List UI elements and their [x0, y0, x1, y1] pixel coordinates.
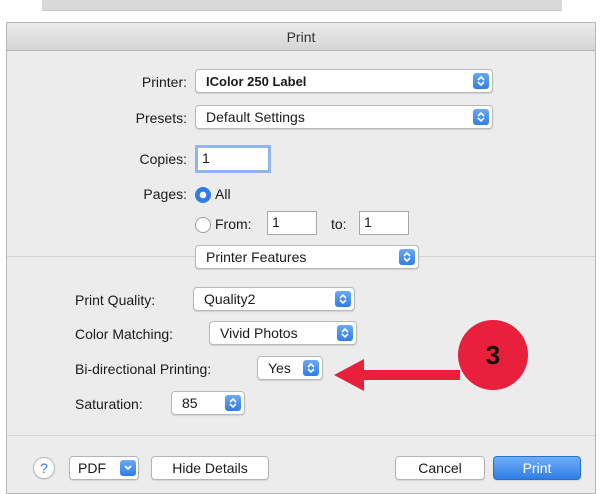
- bidirectional-popup[interactable]: Yes: [257, 356, 323, 380]
- popup-chevrons-icon: [337, 325, 353, 341]
- color-matching-popup[interactable]: Vivid Photos: [209, 321, 357, 345]
- popup-chevrons-icon: [335, 291, 351, 307]
- pages-from-value: 1: [272, 214, 280, 230]
- popup-chevrons-icon: [303, 360, 319, 376]
- printer-label: Printer:: [141, 74, 187, 90]
- pages-label: Pages:: [143, 186, 187, 202]
- pages-to-label: to:: [331, 216, 347, 232]
- print-quality-value: Quality2: [204, 291, 256, 307]
- pdf-label: PDF: [78, 460, 106, 476]
- background-window-bar: [42, 0, 562, 11]
- popup-chevrons-icon: [473, 73, 489, 89]
- pages-from-field[interactable]: 1: [267, 211, 317, 235]
- step-number-badge: 3: [458, 320, 528, 390]
- cancel-button[interactable]: Cancel: [395, 456, 485, 480]
- pages-to-value: 1: [364, 214, 372, 230]
- pages-all-radio[interactable]: [195, 187, 211, 203]
- section-popup[interactable]: Printer Features: [195, 245, 419, 269]
- popup-chevrons-icon: [473, 109, 489, 125]
- background-window-strip: [0, 0, 602, 22]
- saturation-popup[interactable]: 85: [171, 391, 245, 415]
- presets-value: Default Settings: [206, 109, 305, 125]
- print-dialog: Print Printer: IColor 250 Label Presets:…: [6, 22, 596, 494]
- pdf-menu-button[interactable]: PDF: [69, 456, 139, 480]
- saturation-label: Saturation:: [75, 396, 143, 412]
- annotation-arrow-icon: [334, 359, 460, 391]
- presets-label: Presets:: [135, 110, 187, 126]
- chevron-down-icon: [120, 460, 136, 476]
- hide-details-button[interactable]: Hide Details: [151, 456, 269, 480]
- copies-field[interactable]: 1: [195, 145, 271, 173]
- dialog-title: Print: [286, 29, 316, 45]
- pages-from-radio[interactable]: [195, 217, 211, 233]
- color-matching-value: Vivid Photos: [220, 325, 298, 341]
- saturation-value: 85: [182, 395, 198, 411]
- help-button[interactable]: ?: [33, 457, 55, 479]
- bidirectional-label: Bi-directional Printing:: [75, 361, 212, 377]
- print-quality-popup[interactable]: Quality2: [193, 287, 355, 311]
- copies-value: 1: [202, 150, 210, 166]
- print-button[interactable]: Print: [493, 456, 581, 480]
- popup-chevrons-icon: [225, 395, 241, 411]
- pages-to-field[interactable]: 1: [359, 211, 409, 235]
- footer-separator: [7, 435, 595, 436]
- pages-from-label: From:: [215, 216, 252, 232]
- print-quality-label: Print Quality:: [75, 292, 156, 308]
- pages-all-label: All: [215, 186, 231, 202]
- presets-popup[interactable]: Default Settings: [195, 105, 493, 129]
- printer-value: IColor 250 Label: [206, 74, 307, 89]
- title-bar: Print: [7, 23, 595, 51]
- printer-popup[interactable]: IColor 250 Label: [195, 69, 493, 93]
- bidirectional-value: Yes: [268, 360, 291, 376]
- section-value: Printer Features: [206, 249, 307, 265]
- popup-chevrons-icon: [399, 249, 415, 265]
- copies-label: Copies:: [139, 151, 187, 167]
- color-matching-label: Color Matching:: [75, 326, 174, 342]
